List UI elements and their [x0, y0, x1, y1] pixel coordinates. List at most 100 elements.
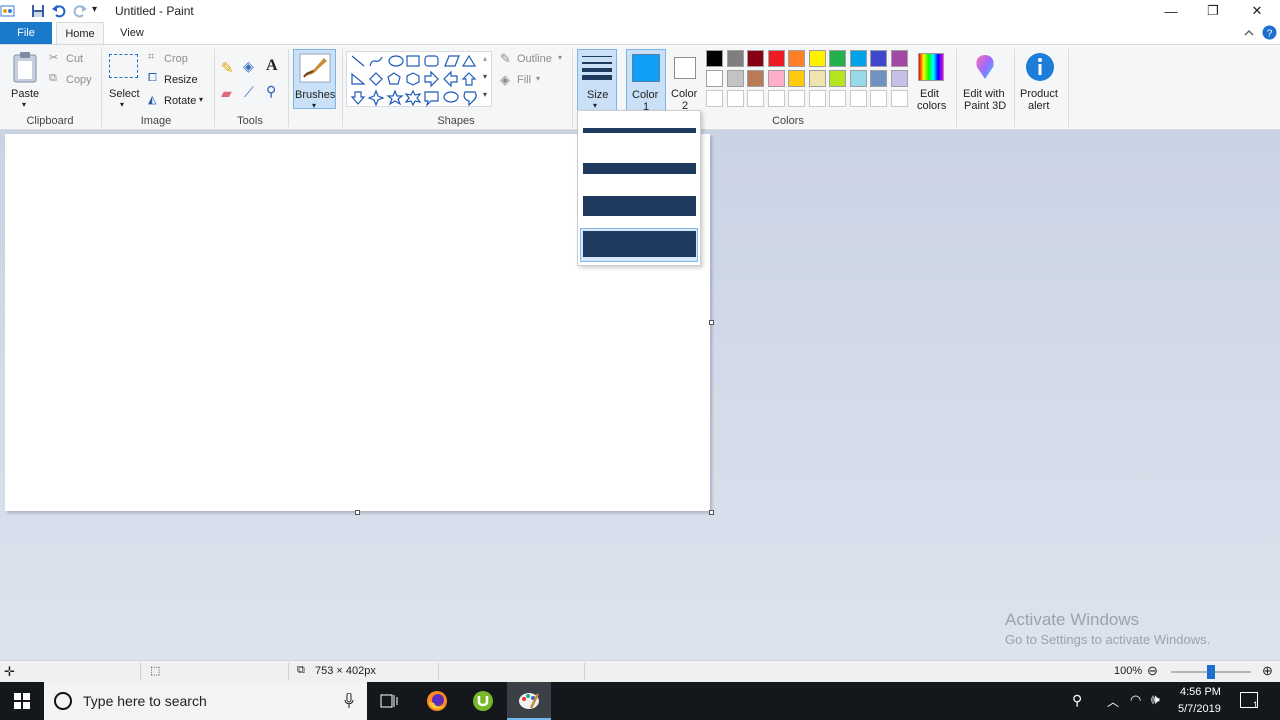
palette-color-swatch[interactable]	[706, 70, 723, 87]
line-size-icon	[582, 56, 612, 80]
magnifier-icon[interactable]: ⚲	[266, 83, 276, 100]
palette-color-swatch[interactable]	[870, 70, 887, 87]
zoom-out-icon[interactable]: ⊖	[1147, 663, 1158, 679]
edit-with-paint3d-button[interactable]: Edit with Paint 3D	[960, 49, 1010, 112]
palette-color-swatch[interactable]	[808, 50, 826, 67]
palette-color-swatch[interactable]	[849, 50, 867, 67]
ribbon-tabs: File Home View ?	[0, 22, 1280, 45]
palette-color-swatch[interactable]	[808, 70, 826, 87]
palette-color-swatch[interactable]	[870, 50, 887, 67]
custom-color-slot[interactable]	[808, 90, 826, 107]
color1-button[interactable]: Color 1	[626, 49, 666, 113]
brushes-dropdown-icon: ▾	[312, 101, 317, 110]
rotate-dropdown-icon: ▾	[199, 95, 204, 104]
resize-handle-right[interactable]	[709, 320, 714, 325]
palette-color-swatch[interactable]	[788, 70, 805, 87]
paste-button[interactable]: Paste ▾	[8, 49, 42, 109]
rotate-label: Rotate	[164, 95, 197, 107]
palette-color-swatch[interactable]	[890, 70, 908, 87]
palette-color-swatch[interactable]	[829, 70, 846, 87]
palette-color-swatch[interactable]	[747, 70, 764, 87]
size-option-3[interactable]	[583, 196, 696, 216]
taskbar-search-box[interactable]: Type here to search	[44, 682, 367, 720]
brushes-label: Brushes	[295, 89, 336, 101]
shapes-scroll-down-icon[interactable]: ▾	[483, 72, 487, 81]
show-hidden-icons-icon[interactable]: ︿	[1107, 693, 1119, 710]
edit-colors-button[interactable]: Edit colors	[915, 49, 949, 112]
color-picker-icon[interactable]: ⟋	[244, 84, 254, 101]
palette-color-swatch[interactable]	[788, 50, 805, 67]
zoom-slider-thumb[interactable]	[1207, 665, 1215, 679]
collapse-ribbon-icon[interactable]	[1243, 28, 1255, 38]
pencil-icon[interactable]: ✎	[221, 59, 234, 77]
resize-label: Resize	[164, 74, 198, 86]
size-option-4[interactable]	[583, 231, 696, 257]
clock-time[interactable]: 4:56 PM	[1180, 686, 1221, 698]
copy-icon: ⧉	[49, 72, 57, 84]
group-divider	[956, 49, 957, 127]
size-option-1[interactable]	[583, 128, 696, 133]
size-label: Size	[587, 89, 609, 101]
custom-color-slot[interactable]	[747, 90, 764, 107]
size-option-2[interactable]	[583, 163, 696, 174]
selection-size-icon: ⬚	[150, 665, 161, 677]
shapes-scroll-up-icon[interactable]: ▴	[483, 54, 487, 63]
undo-icon[interactable]	[51, 3, 67, 19]
custom-color-slot[interactable]	[767, 90, 785, 107]
palette-color-swatch[interactable]	[726, 50, 744, 67]
shapes-gallery[interactable]: ▴ ▾ ▾	[346, 51, 492, 107]
eraser-icon[interactable]: ▰	[221, 85, 232, 102]
customize-quick-access-icon[interactable]: ▾	[92, 4, 97, 15]
restore-button[interactable]: ❐	[1190, 0, 1236, 22]
color2-button[interactable]: Color 2	[668, 49, 704, 112]
save-icon[interactable]	[30, 3, 46, 19]
custom-color-slot[interactable]	[726, 90, 744, 107]
people-icon[interactable]: ⚲	[1072, 692, 1082, 709]
custom-color-slot[interactable]	[829, 90, 846, 107]
shapes-more-icon[interactable]: ▾	[483, 90, 487, 99]
product-alert-button[interactable]: Product alert	[1017, 49, 1065, 112]
tab-view[interactable]: View	[108, 22, 156, 44]
paint-taskbar-button[interactable]	[507, 682, 551, 720]
wifi-icon[interactable]: ◠	[1130, 692, 1141, 708]
clipboard-group-label: Clipboard	[26, 115, 74, 127]
firefox-icon[interactable]	[426, 690, 448, 712]
palette-color-swatch[interactable]	[726, 70, 744, 87]
brushes-button[interactable]: Brushes ▾	[293, 49, 336, 110]
custom-color-slot[interactable]	[788, 90, 805, 107]
utorrent-icon[interactable]	[472, 690, 494, 712]
close-button[interactable]: ✕	[1234, 0, 1280, 22]
redo-icon[interactable]	[72, 3, 88, 19]
custom-color-slot[interactable]	[849, 90, 867, 107]
palette-color-swatch[interactable]	[767, 70, 785, 87]
size-button[interactable]: Size ▾	[577, 49, 617, 111]
microphone-icon[interactable]	[344, 693, 354, 709]
tab-file[interactable]: File	[0, 22, 52, 44]
custom-color-slot[interactable]	[890, 90, 908, 107]
resize-handle-bottom[interactable]	[355, 510, 360, 515]
select-button[interactable]: Select ▾	[107, 49, 141, 109]
task-view-icon[interactable]	[380, 693, 398, 709]
paint-app-icon[interactable]	[0, 3, 16, 19]
fill-bucket-icon[interactable]: ◈	[243, 58, 254, 75]
status-divider	[140, 663, 141, 680]
text-tool-icon[interactable]: A	[266, 57, 278, 75]
volume-icon[interactable]: 🕪	[1151, 691, 1160, 708]
windows-start-icon[interactable]	[14, 693, 30, 709]
help-icon[interactable]: ?	[1262, 25, 1277, 40]
size-dropdown-menu	[577, 110, 701, 266]
palette-color-swatch[interactable]	[849, 70, 867, 87]
zoom-in-icon[interactable]: ⊕	[1262, 663, 1273, 679]
palette-color-swatch[interactable]	[747, 50, 764, 67]
tab-home[interactable]: Home	[56, 22, 104, 45]
group-divider	[288, 49, 289, 127]
custom-color-slot[interactable]	[870, 90, 887, 107]
palette-color-swatch[interactable]	[829, 50, 846, 67]
resize-handle-corner[interactable]	[709, 510, 714, 515]
custom-color-slot[interactable]	[706, 90, 723, 107]
palette-color-swatch[interactable]	[706, 50, 723, 67]
palette-color-swatch[interactable]	[890, 50, 908, 67]
clock-date[interactable]: 5/7/2019	[1178, 703, 1221, 715]
minimize-button[interactable]: —	[1148, 0, 1194, 22]
palette-color-swatch[interactable]	[767, 50, 785, 67]
